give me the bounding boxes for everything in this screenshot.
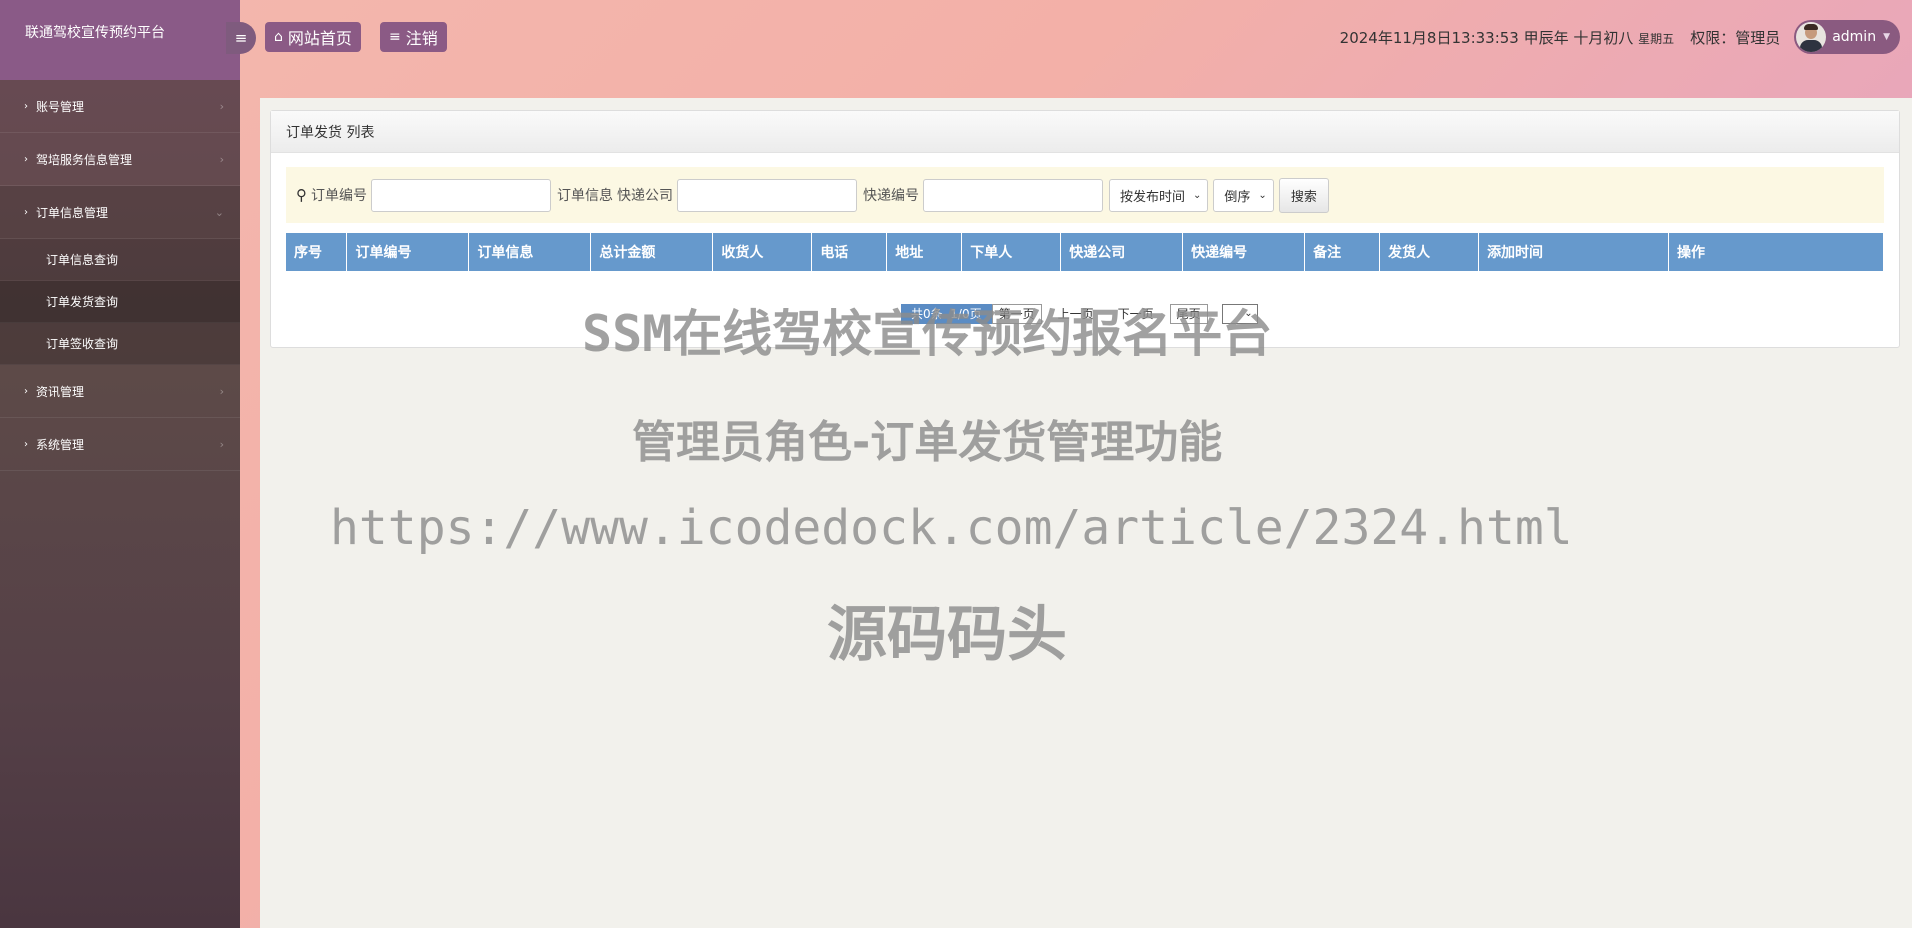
watermark-title: SSM在线驾校宣传预约报名平台 — [582, 305, 1273, 363]
sidebar-item-account[interactable]: › 账号管理 › — [0, 80, 240, 133]
shipment-table: 序号 订单编号 订单信息 总计金额 收货人 电话 地址 下单人 快递公司 快递编… — [286, 233, 1885, 271]
watermark-subtitle: 管理员角色-订单发货管理功能 — [632, 417, 1223, 468]
order-no-label: 订单编号 — [311, 188, 367, 204]
tracking-no-input[interactable] — [923, 178, 1103, 212]
datetime-display: 2024年11月8日13:33:53 甲辰年 十月初八 星期五 — [1340, 27, 1675, 48]
sidebar-item-orders[interactable]: › 订单信息管理 ⌄ — [0, 186, 240, 239]
column-header[interactable]: 订单编号 — [346, 233, 470, 271]
logout-button-label: 注销 — [405, 29, 438, 48]
column-header[interactable]: 添加时间 — [1478, 233, 1669, 271]
chevron-right-icon: › — [24, 385, 28, 397]
tracking-no-label: 快递编号 — [863, 188, 919, 204]
column-header[interactable]: 收货人 — [712, 233, 813, 271]
column-header[interactable]: 序号 — [286, 233, 348, 271]
column-header[interactable]: 操作 — [1668, 233, 1885, 271]
table-header-row: 序号 订单编号 订单信息 总计金额 收货人 电话 地址 下单人 快递公司 快递编… — [286, 233, 1885, 271]
chevron-down-icon: ▼ — [1883, 32, 1890, 42]
courier-label: 快递公司 — [617, 188, 673, 204]
list-icon: ≡ — [389, 29, 401, 45]
column-header[interactable]: 快递编号 — [1182, 233, 1306, 271]
user-menu[interactable]: admin ▼ — [1794, 20, 1900, 54]
sidebar-item-system[interactable]: › 系统管理 › — [0, 418, 240, 471]
column-header[interactable]: 发货人 — [1379, 233, 1480, 271]
permission-text: 权限：管理员 — [1690, 28, 1781, 47]
sidebar-item-label: 系统管理 — [36, 437, 85, 452]
sidebar-submenu-orders: 订单信息查询 订单发货查询 订单签收查询 — [0, 239, 240, 365]
search-button[interactable]: 搜索 — [1278, 177, 1329, 213]
column-header[interactable]: 订单信息 — [468, 233, 592, 271]
order-no-input[interactable] — [371, 178, 551, 212]
chevron-down-icon: ⌄ — [1193, 189, 1202, 201]
sidebar-item-label: 订单信息管理 — [36, 205, 109, 220]
column-header[interactable]: 快递公司 — [1060, 233, 1184, 271]
chevron-right-icon: › — [24, 100, 28, 112]
weekday-text: 星期五 — [1638, 31, 1675, 46]
logout-button[interactable]: ≡ 注销 — [380, 22, 447, 52]
chevron-right-icon: › — [24, 438, 28, 450]
chevron-right-icon: › — [219, 437, 224, 451]
chevron-down-icon: ⌄ — [1258, 189, 1267, 201]
column-header[interactable]: 地址 — [886, 233, 963, 271]
search-icon: ⚲ — [296, 186, 307, 204]
username: admin — [1832, 29, 1877, 45]
sidebar-subitem-shipment-query[interactable]: 订单发货查询 — [0, 281, 240, 323]
sidebar-item-news[interactable]: › 资讯管理 › — [0, 365, 240, 418]
column-header[interactable]: 总计金额 — [590, 233, 714, 271]
datetime-text: 2024年11月8日13:33:53 甲辰年 十月初八 — [1339, 28, 1634, 47]
sidebar-menu: › 账号管理 › › 驾培服务信息管理 › › 订单信息管理 ⌄ 订单信息查询 … — [0, 80, 240, 471]
chevron-right-icon: › — [24, 153, 28, 165]
home-button[interactable]: ⌂ 网站首页 — [265, 22, 361, 52]
panel-title: 订单发货 列表 — [271, 111, 1899, 153]
sidebar-subitem-receipt-query[interactable]: 订单签收查询 — [0, 323, 240, 365]
sort-field-value: 按发布时间 — [1120, 189, 1186, 205]
sidebar-subitem-order-query[interactable]: 订单信息查询 — [0, 239, 240, 281]
watermark-url: https://www.icodedock.com/article/2324.h… — [330, 500, 1573, 556]
topbar-right: 2024年11月8日13:33:53 甲辰年 十月初八 星期五 权限：管理员 a… — [1340, 20, 1900, 54]
sort-order-select[interactable]: 倒序 ⌄ — [1213, 178, 1274, 212]
chevron-right-icon: › — [219, 152, 224, 166]
sidebar-item-driving-service[interactable]: › 驾培服务信息管理 › — [0, 133, 240, 186]
home-icon: ⌂ — [274, 29, 283, 45]
home-button-label: 网站首页 — [287, 29, 352, 48]
chevron-right-icon: › — [219, 384, 224, 398]
courier-input[interactable] — [677, 178, 857, 212]
chevron-right-icon: › — [219, 99, 224, 113]
sort-order-value: 倒序 — [1224, 189, 1251, 205]
sidebar-item-label: 资讯管理 — [36, 384, 85, 399]
chevron-down-icon: ⌄ — [214, 205, 224, 219]
sidebar-item-label: 账号管理 — [36, 99, 85, 114]
search-bar: ⚲ 订单编号 订单信息 快递公司 快递编号 按发布时间 ⌄ 倒序 ⌄ 搜索 — [286, 167, 1884, 223]
app-title: 联通驾校宣传预约平台 — [0, 0, 240, 80]
column-header[interactable]: 备注 — [1304, 233, 1381, 271]
sort-field-select[interactable]: 按发布时间 ⌄ — [1109, 178, 1209, 212]
column-header[interactable]: 下单人 — [961, 233, 1062, 271]
chevron-right-icon: › — [24, 206, 28, 218]
topbar: ⌂ 网站首页 ≡ 注销 2024年11月8日13:33:53 甲辰年 十月初八 … — [240, 0, 1912, 80]
sidebar: 联通驾校宣传预约平台 › 账号管理 › › 驾培服务信息管理 › › 订单信息管… — [0, 0, 240, 928]
order-info-label: 订单信息 — [557, 188, 613, 204]
watermark-brand: 源码码头 — [827, 600, 1067, 670]
avatar — [1796, 22, 1827, 52]
sidebar-item-label: 驾培服务信息管理 — [36, 152, 133, 167]
column-header[interactable]: 电话 — [811, 233, 888, 271]
